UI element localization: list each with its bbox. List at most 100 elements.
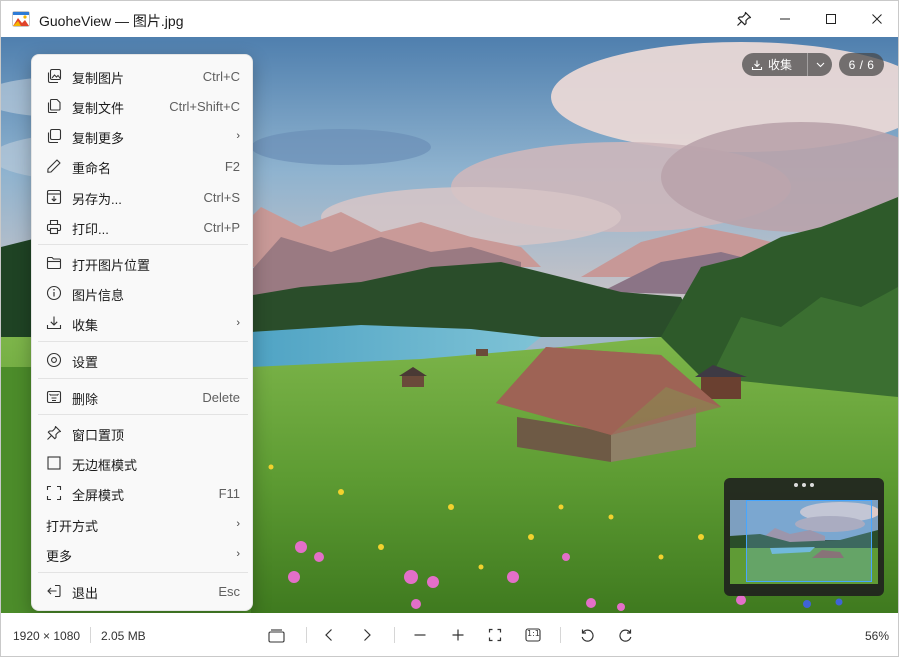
menu-item-label: 打开图片位置 — [72, 258, 151, 273]
menu-item-fullscreen[interactable]: 全屏模式 F11 — [36, 478, 250, 508]
pin-icon — [737, 11, 752, 26]
navigator-thumbnail[interactable] — [730, 500, 878, 584]
image-dimensions: 1920 × 1080 — [13, 629, 81, 643]
menu-item-label: 删除 — [72, 392, 99, 407]
navigator-panel[interactable] — [724, 478, 884, 596]
next-button[interactable] — [357, 625, 377, 645]
context-menu: 复制图片 Ctrl+C 复制文件 Ctrl+Shift+C 复制更多 › 重命名… — [31, 54, 253, 611]
menu-item-label: 图片信息 — [72, 288, 125, 303]
copy-more-icon — [47, 128, 62, 144]
menu-item-label: 复制更多 — [72, 131, 125, 146]
menu-item-label: 窗口置顶 — [72, 428, 125, 443]
collect-dropdown[interactable]: 收集 — [742, 53, 832, 76]
exit-icon — [47, 584, 61, 598]
collect-label: 收集 — [768, 58, 793, 72]
menu-item-label: 另存为... — [72, 192, 122, 207]
menu-item-label: 退出 — [72, 586, 99, 601]
menu-item-copy-more[interactable]: 复制更多 › — [36, 121, 250, 151]
copy-image-icon — [47, 68, 62, 84]
zoom-level[interactable]: 56% — [865, 629, 889, 643]
collect-button[interactable]: 收集 — [742, 53, 808, 76]
chevron-right-icon: › — [236, 130, 240, 142]
rotate-right-icon — [618, 629, 631, 642]
chevron-down-icon — [816, 62, 824, 67]
menu-item-rename[interactable]: 重命名 F2 — [36, 151, 250, 181]
menu-item-label: 重命名 — [72, 161, 112, 176]
menu-item-image-info[interactable]: 图片信息 — [36, 278, 250, 308]
menu-item-shortcut: Ctrl+P — [203, 220, 240, 235]
menu-item-borderless[interactable]: 无边框模式 — [36, 448, 250, 478]
navigator-drag-handle[interactable] — [794, 483, 814, 489]
menu-item-settings[interactable]: 设置 — [36, 345, 250, 375]
menu-item-open-with[interactable]: 打开方式 › — [36, 509, 250, 539]
pin-icon — [47, 425, 62, 440]
menu-item-shortcut: F2 — [224, 159, 240, 174]
zoom-out-button[interactable] — [410, 625, 430, 645]
info-icon — [46, 285, 62, 301]
pin-button[interactable] — [722, 1, 766, 37]
menu-item-label: 打开方式 — [46, 519, 99, 534]
status-divider — [306, 627, 307, 643]
rotate-left-button[interactable] — [577, 625, 597, 645]
close-icon — [872, 14, 882, 24]
settings-icon — [46, 352, 62, 368]
chevron-right-icon: › — [236, 518, 240, 530]
title-bar: GuoheView — 图片.jpg — [1, 1, 898, 37]
file-size: 2.05 MB — [101, 629, 146, 643]
maximize-button[interactable] — [809, 1, 853, 37]
zoom-out-icon — [414, 634, 426, 636]
maximize-icon — [826, 14, 836, 24]
menu-item-copy-image[interactable]: 复制图片 Ctrl+C — [36, 61, 250, 91]
menu-item-delete[interactable]: 删除 Delete — [36, 382, 250, 412]
chevron-right-icon: › — [236, 317, 240, 329]
menu-item-label: 打印... — [72, 222, 109, 237]
menu-item-shortcut: Ctrl+C — [202, 69, 240, 84]
menu-item-label: 更多 — [46, 549, 73, 564]
previous-button[interactable] — [319, 625, 339, 645]
next-icon — [364, 629, 371, 641]
actual-size-label: 1:1 — [527, 629, 540, 638]
fit-window-button[interactable] — [485, 625, 505, 645]
copy-file-icon — [47, 98, 61, 114]
menu-item-label: 设置 — [72, 355, 99, 370]
minimize-button[interactable] — [763, 1, 807, 37]
menu-separator — [38, 244, 248, 245]
navigator-viewport-frame[interactable] — [746, 500, 872, 582]
status-bar: 1920 × 1080 2.05 MB 56% — [1, 613, 898, 656]
previous-icon — [325, 629, 332, 641]
menu-item-shortcut: Ctrl+Shift+C — [169, 99, 240, 114]
fit-window-icon — [488, 628, 502, 642]
rotate-left-icon — [581, 629, 594, 642]
menu-item-label: 复制文件 — [72, 101, 125, 116]
menu-item-always-on-top[interactable]: 窗口置顶 — [36, 418, 250, 448]
save-as-icon — [46, 189, 62, 205]
gallery-button[interactable] — [266, 625, 286, 645]
menu-item-print[interactable]: 打印... Ctrl+P — [36, 212, 250, 242]
menu-item-copy-file[interactable]: 复制文件 Ctrl+Shift+C — [36, 91, 250, 121]
menu-item-shortcut: Ctrl+S — [203, 190, 240, 205]
menu-item-label: 复制图片 — [72, 71, 125, 86]
chevron-right-icon: › — [236, 548, 240, 560]
gallery-icon — [267, 628, 285, 643]
menu-item-save-as[interactable]: 另存为... Ctrl+S — [36, 182, 250, 212]
print-icon — [46, 219, 62, 235]
menu-item-more[interactable]: 更多 › — [36, 539, 250, 569]
status-divider — [90, 627, 91, 643]
rotate-right-button[interactable] — [615, 625, 635, 645]
menu-item-label: 无边框模式 — [72, 458, 138, 473]
menu-separator — [38, 572, 248, 573]
close-button[interactable] — [855, 1, 898, 37]
minimize-icon — [780, 18, 790, 20]
menu-item-open-location[interactable]: 打开图片位置 — [36, 248, 250, 278]
window-title: GuoheView — 图片.jpg — [39, 13, 184, 29]
folder-icon — [46, 256, 62, 270]
collect-menu-button[interactable] — [808, 53, 832, 76]
zoom-in-button[interactable] — [448, 625, 468, 645]
menu-item-exit[interactable]: 退出 Esc — [36, 576, 250, 606]
menu-item-shortcut: Esc — [218, 584, 240, 599]
menu-item-collect[interactable]: 收集 › — [36, 308, 250, 338]
guoheview-logo-icon — [12, 11, 30, 27]
status-divider — [560, 627, 561, 643]
menu-item-label: 全屏模式 — [72, 488, 125, 503]
menu-item-label: 收集 — [72, 318, 99, 333]
